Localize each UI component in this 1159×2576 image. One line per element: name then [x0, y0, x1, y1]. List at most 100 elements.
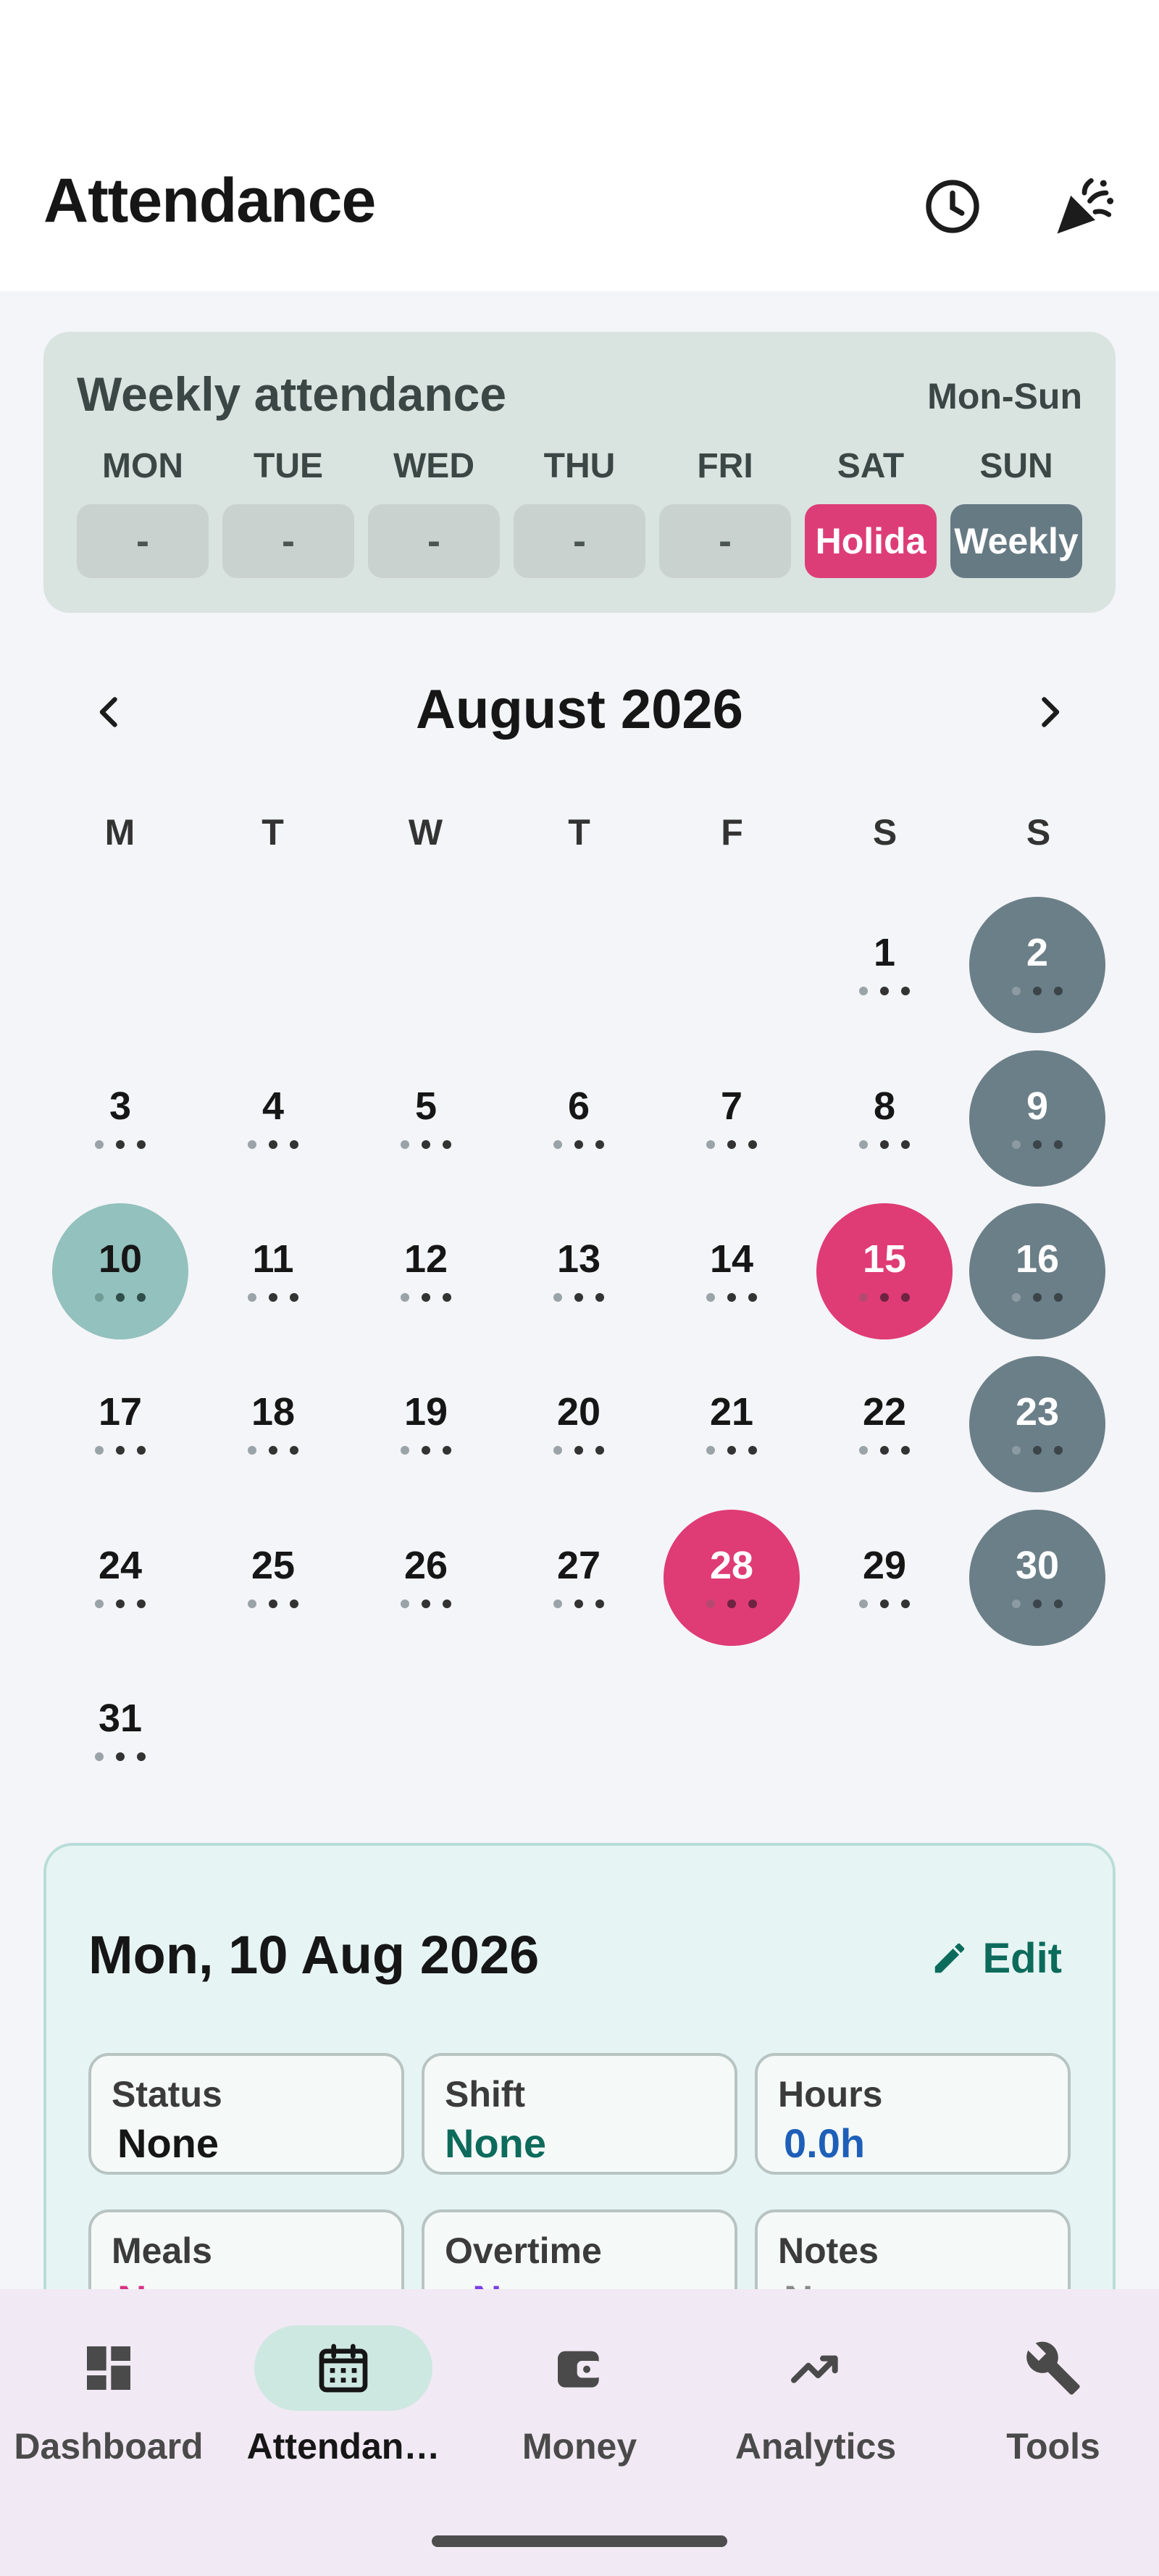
day-status-dots [248, 1446, 298, 1455]
hours-label: Hours [778, 2074, 883, 2115]
nav-label-money: Money [522, 2426, 637, 2467]
nav-pill-active [254, 2325, 432, 2411]
weekday-label: WED [393, 447, 474, 485]
day-status-dots [859, 987, 910, 995]
calendar-day[interactable]: 17 [52, 1356, 188, 1492]
calendar-day[interactable]: 14 [664, 1203, 800, 1339]
calendar-day[interactable]: 4 [205, 1050, 341, 1187]
weekday-label: TUE [254, 447, 323, 485]
calendar-day[interactable]: 8 [816, 1050, 953, 1187]
history-clock-icon[interactable] [913, 167, 992, 246]
weekly-range: Mon-Sun [927, 376, 1082, 417]
calendar-day-selected[interactable]: 10 [52, 1203, 188, 1339]
selected-date-title: Mon, 10 Aug 2026 [88, 1925, 540, 1985]
day-number: 29 [862, 1544, 907, 1587]
calendar-day[interactable]: 1 [816, 897, 953, 1033]
status-label: Status [112, 2074, 222, 2115]
day-status-dots [401, 1140, 451, 1149]
calendar-day[interactable]: 13 [511, 1203, 647, 1339]
weekday-header: W [408, 812, 443, 853]
day-status-dots [706, 1599, 757, 1608]
calendar-day-holiday[interactable]: 15 [816, 1203, 953, 1339]
calendar-day[interactable]: 5 [358, 1050, 494, 1187]
calendar-day[interactable]: 19 [358, 1356, 494, 1492]
calendar-day[interactable]: 29 [816, 1510, 953, 1646]
weekday-status-chip[interactable]: - [514, 504, 645, 578]
next-month-button[interactable] [1010, 672, 1089, 752]
day-status-dots [706, 1446, 757, 1455]
nav-item-attendance[interactable]: Attendan… [227, 2289, 459, 2506]
status-value: None [117, 2120, 219, 2166]
day-number: 16 [1015, 1237, 1060, 1281]
nav-label-analytics: Analytics [735, 2426, 897, 2467]
day-status-dots [859, 1140, 910, 1149]
day-status-dots [401, 1293, 451, 1302]
nav-item-dashboard[interactable]: Dashboard [0, 2289, 225, 2506]
overtime-label: Overtime [445, 2230, 602, 2271]
calendar-icon [319, 2343, 368, 2393]
nav-item-money[interactable]: Money [464, 2289, 695, 2506]
day-number: 19 [403, 1390, 448, 1434]
calendar-day-weekly-off[interactable]: 23 [969, 1356, 1105, 1492]
hours-field[interactable]: Hours 0.0h [755, 2053, 1071, 2175]
nav-item-tools[interactable]: Tools [937, 2289, 1159, 2506]
day-number: 17 [98, 1390, 143, 1434]
edit-button[interactable]: Edit [930, 1925, 1062, 1991]
day-status-dots [95, 1752, 146, 1761]
calendar-day[interactable]: 25 [205, 1510, 341, 1646]
calendar-day-weekly-off[interactable]: 30 [969, 1510, 1105, 1646]
weekday-status-chip[interactable]: - [659, 504, 791, 578]
weekday-status-chip-weekly-off[interactable]: Weekly [950, 504, 1082, 578]
day-status-dots [1012, 1140, 1063, 1149]
calendar-day[interactable]: 3 [52, 1050, 188, 1187]
day-status-dots [859, 1446, 910, 1455]
day-number: 10 [98, 1237, 143, 1281]
weekday-header: T [261, 812, 284, 853]
calendar-day-weekly-off[interactable]: 9 [969, 1050, 1105, 1187]
weekday-header: F [721, 812, 743, 853]
day-number: 2 [1026, 931, 1049, 974]
meals-label: Meals [112, 2230, 212, 2271]
day-status-dots [553, 1293, 604, 1302]
calendar-day[interactable]: 22 [816, 1356, 953, 1492]
calendar-day[interactable]: 7 [664, 1050, 800, 1187]
calendar-day[interactable]: 6 [511, 1050, 647, 1187]
day-status-dots [248, 1293, 298, 1302]
calendar-day[interactable]: 21 [664, 1356, 800, 1492]
calendar-day-holiday[interactable]: 28 [664, 1510, 800, 1646]
status-field[interactable]: Status None [88, 2053, 404, 2175]
day-number: 9 [1026, 1084, 1049, 1128]
nav-label-tools: Tools [1006, 2426, 1100, 2467]
weekday-status-chip[interactable]: - [368, 504, 500, 578]
day-number: 24 [98, 1544, 143, 1587]
weekly-attendance-card: Weekly attendance Mon-Sun MON TUE WED TH… [43, 332, 1116, 613]
previous-month-button[interactable] [70, 672, 149, 752]
shift-field[interactable]: Shift None [422, 2053, 737, 2175]
weekday-status-chip[interactable]: - [222, 504, 354, 578]
weekday-header: S [1026, 812, 1051, 853]
day-status-dots [859, 1599, 910, 1608]
calendar-day[interactable]: 11 [205, 1203, 341, 1339]
calendar-day-weekly-off[interactable]: 16 [969, 1203, 1105, 1339]
calendar-day-weekly-off[interactable]: 2 [969, 897, 1105, 1033]
weekday-status-chip-holiday[interactable]: Holida [805, 504, 937, 578]
calendar-day[interactable]: 12 [358, 1203, 494, 1339]
day-status-dots [95, 1140, 146, 1149]
day-status-dots [706, 1140, 757, 1149]
chevron-left-icon [99, 697, 117, 727]
nav-item-analytics[interactable]: Analytics [700, 2289, 932, 2506]
day-status-dots [248, 1599, 298, 1608]
shift-label: Shift [445, 2074, 526, 2115]
calendar-day[interactable]: 27 [511, 1510, 647, 1646]
calendar-day[interactable]: 24 [52, 1510, 188, 1646]
calendar-day[interactable]: 31 [52, 1663, 188, 1799]
day-status-dots [1012, 987, 1063, 995]
day-number: 25 [251, 1544, 296, 1587]
calendar-day[interactable]: 20 [511, 1356, 647, 1492]
celebration-popper-icon[interactable] [1045, 167, 1124, 246]
calendar-day[interactable]: 18 [205, 1356, 341, 1492]
weekday-status-chip[interactable]: - [77, 504, 209, 578]
shift-value: None [445, 2120, 546, 2166]
calendar-day[interactable]: 26 [358, 1510, 494, 1646]
weekday-label: SAT [837, 447, 905, 485]
